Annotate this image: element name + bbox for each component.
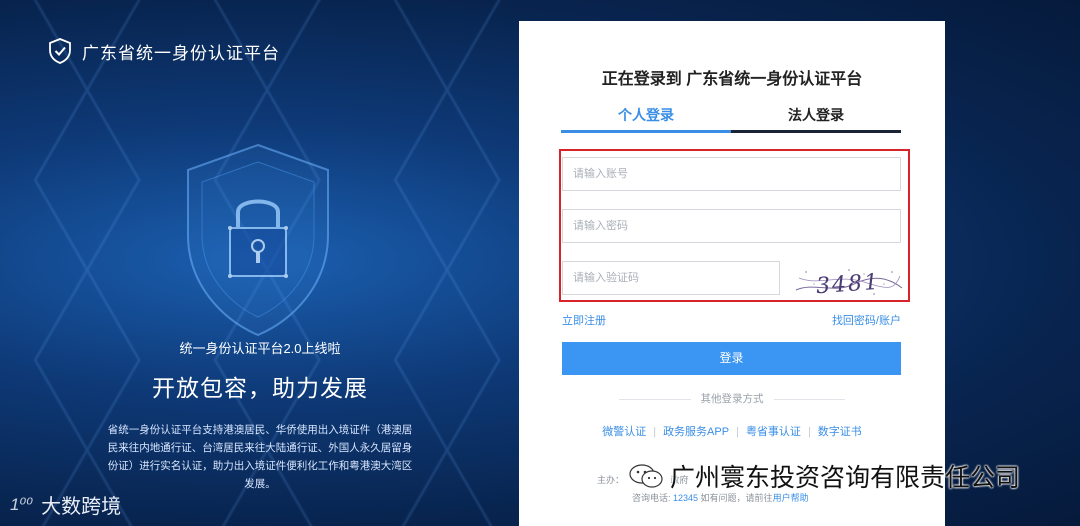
captcha-text: 3481	[815, 270, 881, 298]
watermark-logo: 1⁰⁰	[10, 494, 34, 514]
other-login-title: 其他登录方式	[519, 391, 945, 406]
shield-check-icon	[49, 38, 71, 64]
tab-corporate-login[interactable]: 法人登录	[731, 103, 901, 133]
separator: |	[653, 426, 657, 438]
other-login-label: 其他登录方式	[690, 393, 774, 405]
watermark-right: 广州寰东投资咨询有限责任公司	[628, 458, 1020, 494]
footer-sponsor-label: 主办：	[597, 475, 625, 485]
login-method-yueshengshi[interactable]: 粤省事认证	[746, 426, 801, 438]
watermark-right-text: 广州寰东投资咨询有限责任公司	[670, 464, 1021, 492]
footer-help-link[interactable]: 用户帮助	[773, 493, 809, 503]
password-input[interactable]	[562, 209, 901, 243]
captcha-input[interactable]	[562, 261, 780, 295]
promo-headline: 开放包容，助力发展	[152, 375, 368, 401]
brand-name: 广东省统一身份认证平台	[82, 43, 280, 63]
separator: |	[807, 426, 811, 438]
separator: |	[736, 426, 739, 438]
lock-shield-icon	[187, 143, 329, 337]
footer-mid: 如有问题，请前往	[698, 493, 773, 503]
brand: 广东省统一身份认证平台	[48, 38, 280, 64]
promo-subtitle: 统一身份认证平台2.0上线啦	[179, 341, 341, 356]
login-button[interactable]: 登录	[562, 342, 901, 375]
login-method-digital-cert[interactable]: 数字证书	[818, 426, 862, 438]
login-method-gov-app[interactable]: 政务服务APP	[663, 426, 729, 438]
wechat-icon	[629, 464, 663, 488]
footer-phone: 12345	[673, 493, 699, 503]
captcha-image[interactable]: 3481	[794, 264, 904, 298]
login-method-wejing[interactable]: 微警认证	[602, 426, 646, 438]
tab-personal-login[interactable]: 个人登录	[561, 103, 731, 133]
promo-section: 统一身份认证平台2.0上线啦 开放包容，助力发展 省统一身份认证平台支持港澳居民…	[105, 338, 415, 493]
watermark-left-text: 大数跨境	[41, 496, 122, 518]
watermark-left: 1⁰⁰ 大数跨境	[10, 490, 121, 519]
promo-description: 省统一身份认证平台支持港澳居民、华侨使用出入境证件（港澳居民来往内地通行证、台湾…	[107, 424, 413, 490]
account-input[interactable]	[562, 157, 901, 191]
login-title: 正在登录到 广东省统一身份认证平台	[601, 71, 863, 88]
register-link[interactable]: 立即注册	[562, 312, 606, 328]
recover-password-link[interactable]: 找回密码/账户	[832, 312, 901, 328]
login-tabs: 个人登录 法人登录	[561, 103, 901, 133]
footer-prefix: 咨询电话:	[632, 493, 674, 503]
login-panel: 正在登录到 广东省统一身份认证平台 个人登录 法人登录 3481 立即注册 找回…	[519, 21, 945, 526]
other-login-methods: 微警认证 | 政务服务APP | 粤省事认证 | 数字证书	[519, 423, 945, 439]
